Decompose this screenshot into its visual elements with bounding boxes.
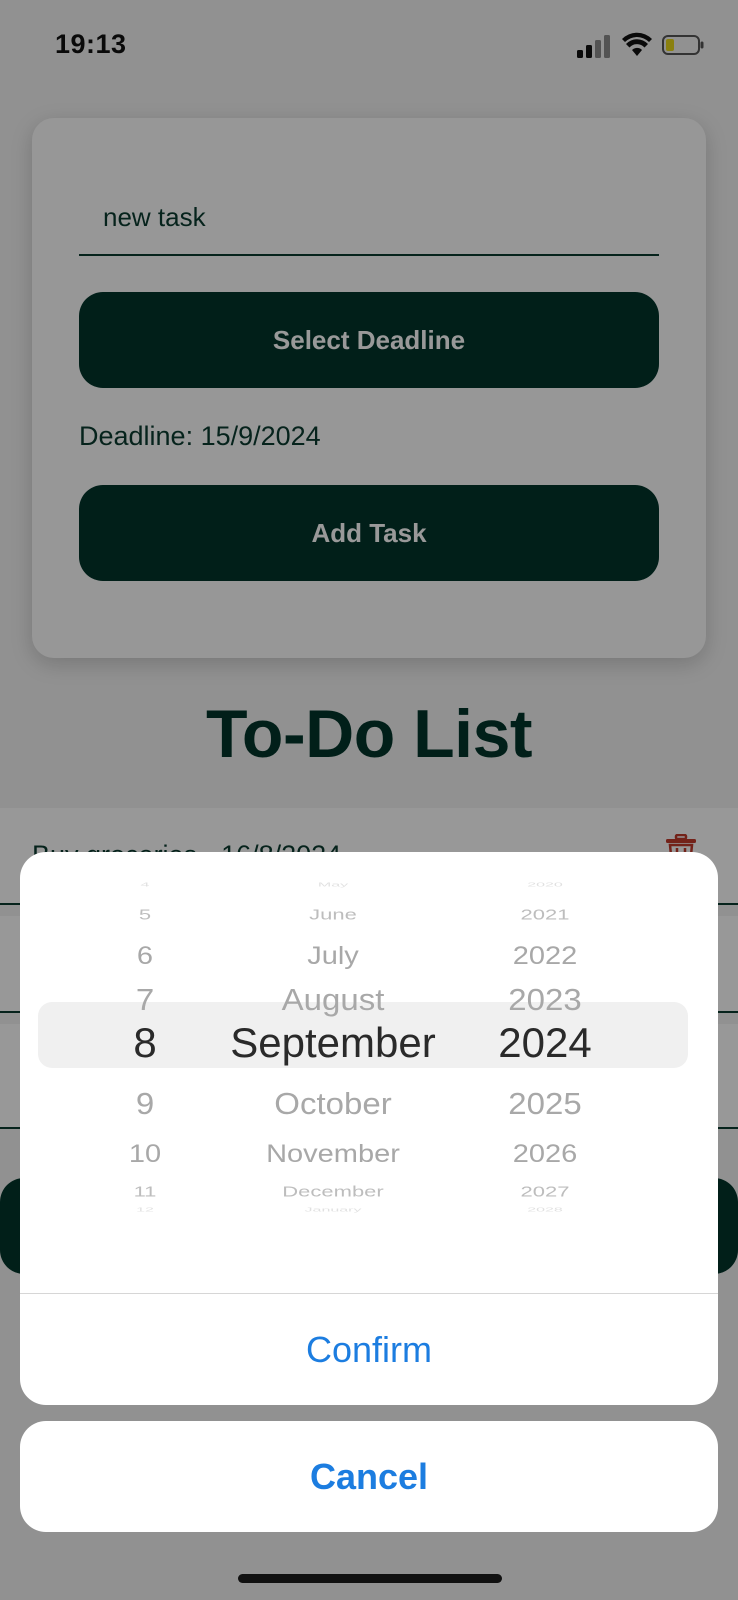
picker-month-option[interactable]: September (230, 1019, 435, 1067)
confirm-button[interactable]: Confirm (20, 1294, 718, 1405)
picker-year-option[interactable]: 2026 (513, 1141, 578, 1169)
home-indicator (238, 1574, 502, 1583)
picker-month-option[interactable]: October (274, 1086, 391, 1121)
picker-day-option[interactable]: 5 (139, 907, 151, 924)
picker-day-option[interactable]: 12 (136, 1207, 154, 1213)
picker-day-option[interactable]: 10 (129, 1141, 161, 1169)
picker-day-option[interactable]: 4 (141, 882, 150, 888)
cancel-button[interactable]: Cancel (20, 1421, 718, 1532)
date-picker-wheel[interactable]: 4 5 6 7 8 9 10 11 12 May June July August September Oc… (20, 882, 718, 1238)
picker-year-option[interactable]: 2025 (508, 1086, 581, 1121)
picker-month-option[interactable]: May (318, 882, 348, 888)
picker-year-option[interactable]: 2023 (508, 982, 581, 1017)
picker-day-option[interactable]: 9 (136, 1086, 154, 1121)
picker-month-option[interactable]: November (266, 1141, 400, 1169)
picker-day-option[interactable]: 11 (134, 1184, 157, 1201)
picker-year-option[interactable]: 2028 (527, 1207, 563, 1213)
picker-day-option[interactable]: 8 (133, 1019, 156, 1067)
picker-day-option[interactable]: 7 (136, 982, 154, 1017)
picker-month-option[interactable]: June (309, 907, 357, 924)
picker-year-option[interactable]: 2022 (513, 943, 578, 971)
date-picker-sheet: 4 5 6 7 8 9 10 11 12 May June July August September Oc… (20, 852, 718, 1405)
picker-year-option[interactable]: 2024 (498, 1019, 591, 1067)
picker-month-option[interactable]: December (282, 1184, 383, 1201)
picker-year-option[interactable]: 2021 (521, 907, 570, 924)
picker-year-option[interactable]: 2020 (527, 882, 563, 888)
picker-month-option[interactable]: January (305, 1207, 362, 1213)
picker-month-option[interactable]: August (282, 982, 385, 1017)
picker-month-option[interactable]: July (307, 943, 359, 971)
picker-year-option[interactable]: 2027 (521, 1184, 570, 1201)
picker-day-option[interactable]: 6 (137, 943, 153, 971)
